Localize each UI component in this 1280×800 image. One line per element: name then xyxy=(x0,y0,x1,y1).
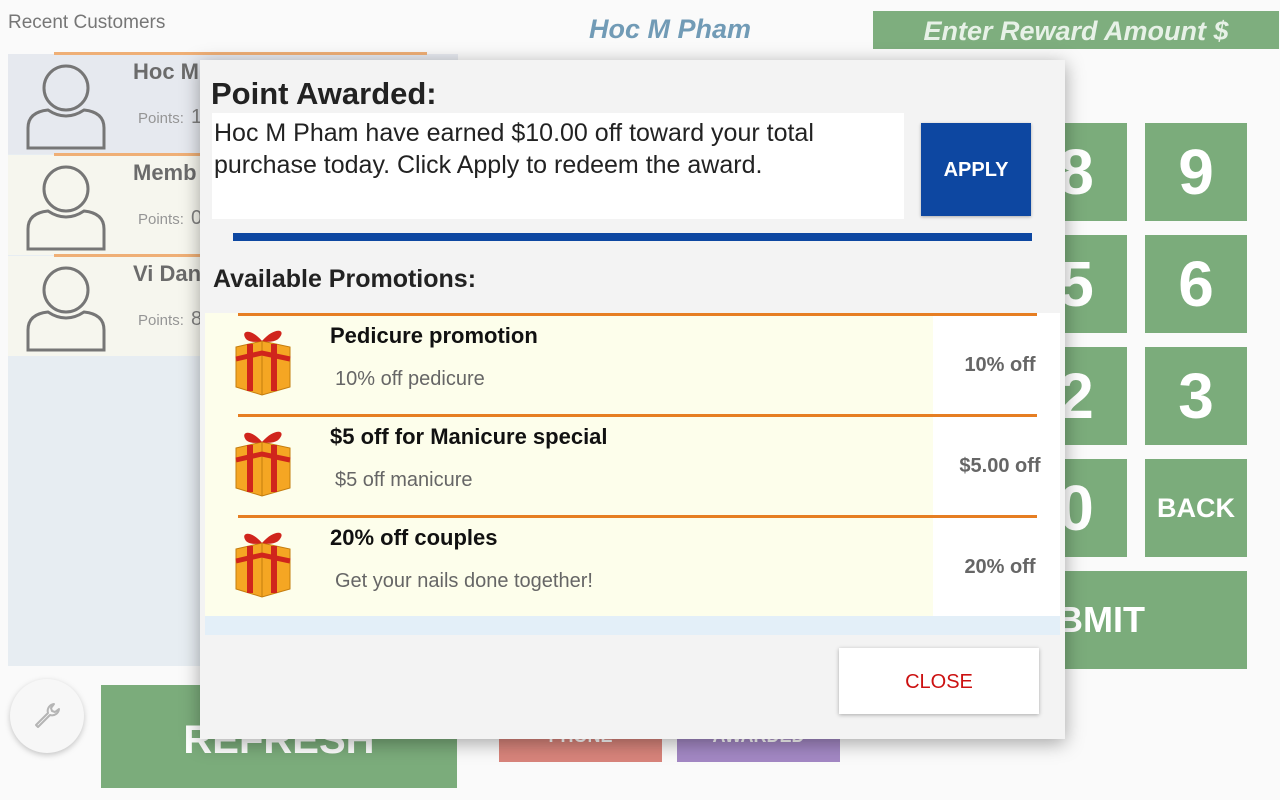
promotion-value: $5.00 off xyxy=(959,455,1041,477)
point-awarded-dialog: Point Awarded: Hoc M Pham have earned $1… xyxy=(200,60,1065,739)
promo-divider xyxy=(238,313,1037,316)
promotions-title: Available Promotions: xyxy=(213,265,477,293)
close-button[interactable]: CLOSE xyxy=(839,648,1039,714)
promotion-name: $5 off for Manicure special xyxy=(330,424,608,449)
promotion-description: $5 off manicure xyxy=(335,469,473,491)
promotion-item[interactable]: $5 off for Manicure special $5 off manic… xyxy=(205,414,1060,515)
dialog-title: Point Awarded: xyxy=(211,76,437,111)
promo-divider xyxy=(238,515,1037,518)
gift-icon xyxy=(235,532,291,598)
gift-icon xyxy=(235,330,291,396)
promo-divider xyxy=(238,414,1037,417)
award-message-box: Hoc M Pham have earned $10.00 off toward… xyxy=(212,113,904,219)
promotion-value: 10% off xyxy=(964,354,1036,376)
apply-button[interactable]: APPLY xyxy=(921,123,1031,216)
promotion-name: Pedicure promotion xyxy=(330,323,538,348)
promotion-item[interactable]: 20% off couples Get your nails done toge… xyxy=(205,515,1060,616)
promotion-item[interactable]: Pedicure promotion 10% off pedicure 10% … xyxy=(205,313,1060,414)
gift-icon xyxy=(235,431,291,497)
promotions-list: Pedicure promotion 10% off pedicure 10% … xyxy=(205,313,1060,635)
promotion-description: Get your nails done together! xyxy=(335,570,593,592)
section-divider xyxy=(233,233,1032,241)
promotion-description: 10% off pedicure xyxy=(335,368,485,390)
promotion-value: 20% off xyxy=(964,556,1036,578)
award-message: Hoc M Pham have earned $10.00 off toward… xyxy=(214,119,814,179)
promotion-name: 20% off couples xyxy=(330,525,498,550)
